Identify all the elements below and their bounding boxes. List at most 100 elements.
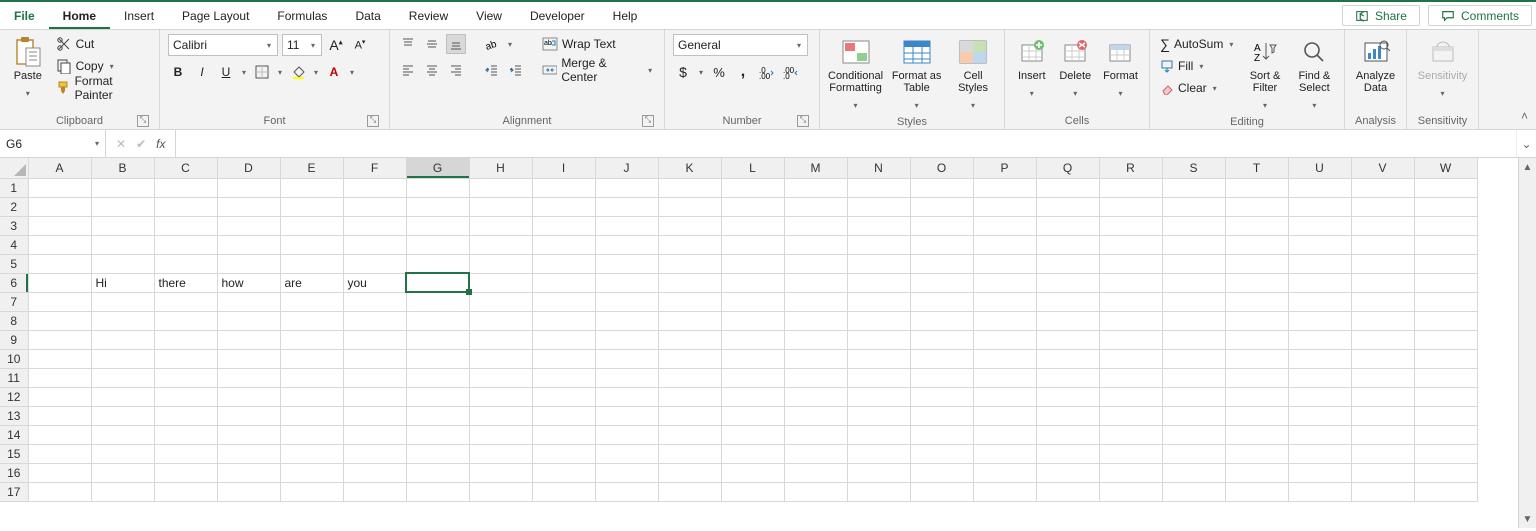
cell[interactable] [154, 349, 217, 368]
cell[interactable] [1036, 387, 1099, 406]
cell[interactable] [469, 273, 532, 292]
column-header[interactable]: G [406, 158, 469, 178]
chevron-down-icon[interactable]: ▾ [312, 62, 320, 82]
cell[interactable] [1351, 349, 1414, 368]
cell[interactable] [910, 387, 973, 406]
conditional-formatting-button[interactable]: Conditional Formatting▾ [828, 34, 883, 116]
cell[interactable] [217, 178, 280, 197]
cell[interactable] [1036, 235, 1099, 254]
cell[interactable] [1351, 330, 1414, 349]
cell[interactable] [1351, 311, 1414, 330]
cell[interactable] [1414, 368, 1477, 387]
cell[interactable] [1288, 387, 1351, 406]
cell[interactable] [217, 463, 280, 482]
cell[interactable] [658, 235, 721, 254]
cell[interactable] [91, 254, 154, 273]
cell[interactable] [595, 368, 658, 387]
cell[interactable] [532, 292, 595, 311]
cell[interactable] [91, 406, 154, 425]
cell[interactable] [1036, 254, 1099, 273]
cell[interactable] [1036, 349, 1099, 368]
cell[interactable] [406, 368, 469, 387]
cell[interactable] [784, 349, 847, 368]
cell[interactable] [217, 349, 280, 368]
column-header[interactable]: K [658, 158, 721, 178]
cell[interactable] [658, 349, 721, 368]
cell[interactable] [658, 463, 721, 482]
cell[interactable] [1099, 368, 1162, 387]
cell[interactable] [973, 292, 1036, 311]
cell[interactable] [784, 216, 847, 235]
cell[interactable] [217, 254, 280, 273]
cell[interactable] [154, 387, 217, 406]
cell[interactable] [154, 482, 217, 501]
cell[interactable] [406, 482, 469, 501]
cell[interactable] [1099, 292, 1162, 311]
percent-format-button[interactable]: % [709, 62, 729, 82]
cell[interactable] [784, 197, 847, 216]
cell[interactable] [1225, 254, 1288, 273]
cell[interactable] [784, 273, 847, 292]
insert-cells-button[interactable]: Insert▾ [1013, 34, 1050, 104]
cell[interactable] [910, 444, 973, 463]
dialog-launcher-icon[interactable]: ⤡ [642, 115, 654, 127]
cell[interactable] [721, 311, 784, 330]
cell[interactable]: there [154, 273, 217, 292]
cell[interactable] [1162, 254, 1225, 273]
cell[interactable] [28, 349, 91, 368]
cell[interactable] [973, 216, 1036, 235]
cell[interactable] [343, 387, 406, 406]
column-header[interactable]: B [91, 158, 154, 178]
cell[interactable] [658, 292, 721, 311]
row-header[interactable]: 9 [0, 330, 28, 349]
cell[interactable] [469, 311, 532, 330]
cell[interactable] [721, 349, 784, 368]
cell[interactable] [343, 178, 406, 197]
cell[interactable]: are [280, 273, 343, 292]
cell[interactable] [595, 482, 658, 501]
cell[interactable] [784, 406, 847, 425]
cell[interactable] [784, 330, 847, 349]
cell[interactable] [847, 425, 910, 444]
sort-filter-button[interactable]: AZ Sort & Filter▾ [1243, 34, 1286, 116]
cell[interactable] [406, 425, 469, 444]
cell[interactable] [343, 368, 406, 387]
italic-button[interactable]: I [192, 62, 212, 82]
cell[interactable] [91, 197, 154, 216]
cell[interactable] [532, 482, 595, 501]
cell[interactable] [847, 349, 910, 368]
bold-button[interactable]: B [168, 62, 188, 82]
cell[interactable] [1414, 330, 1477, 349]
cell[interactable] [1099, 178, 1162, 197]
cell[interactable] [154, 444, 217, 463]
cell[interactable] [721, 197, 784, 216]
cell[interactable] [847, 216, 910, 235]
cell[interactable] [1162, 235, 1225, 254]
cell[interactable] [784, 387, 847, 406]
cell[interactable] [1099, 254, 1162, 273]
cell[interactable] [406, 292, 469, 311]
cell[interactable] [1414, 349, 1477, 368]
cell[interactable] [910, 292, 973, 311]
cell[interactable] [1225, 292, 1288, 311]
collapse-ribbon-button[interactable]: ˄ [1521, 109, 1528, 123]
column-header[interactable]: S [1162, 158, 1225, 178]
cell[interactable] [217, 330, 280, 349]
cell[interactable] [658, 178, 721, 197]
cell[interactable] [1225, 216, 1288, 235]
cell[interactable] [784, 463, 847, 482]
cell[interactable] [1162, 444, 1225, 463]
row-header[interactable]: 12 [0, 387, 28, 406]
cell[interactable] [1351, 273, 1414, 292]
cell[interactable] [1225, 482, 1288, 501]
cell[interactable] [721, 235, 784, 254]
fill-button[interactable]: Fill▾ [1158, 56, 1237, 76]
cell[interactable] [1162, 178, 1225, 197]
cell[interactable] [154, 235, 217, 254]
chevron-down-icon[interactable]: ▾ [697, 62, 705, 82]
cell[interactable] [1351, 178, 1414, 197]
cell[interactable] [28, 235, 91, 254]
column-header[interactable]: O [910, 158, 973, 178]
tab-page-layout[interactable]: Page Layout [168, 2, 263, 29]
cell[interactable] [343, 444, 406, 463]
